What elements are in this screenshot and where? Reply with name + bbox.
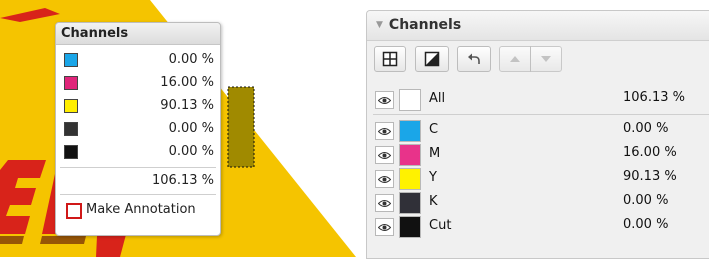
channel-value: 0.00 % [623,121,669,136]
make-annotation-option[interactable]: Make Annotation [56,195,220,225]
make-annotation-label: Make Annotation [86,202,196,217]
panel-toolbar [367,41,709,79]
magenta-swatch [64,76,78,90]
visibility-toggle[interactable] [375,194,394,212]
channel-value: 106.13 % [623,90,685,105]
tooltip-value: 16.00 % [160,75,214,90]
visibility-toggle[interactable] [375,170,394,188]
make-annotation-checkbox[interactable] [66,203,82,219]
channel-row-y[interactable]: Y 90.13 % [373,167,709,191]
tooltip-total: 106.13 % [152,173,214,188]
grid-icon [382,51,398,67]
channel-name: K [429,194,438,209]
channel-value: 0.00 % [623,217,669,232]
eye-icon [378,199,391,207]
all-swatch [399,89,421,111]
cut-swatch [399,216,421,238]
undo-button[interactable] [457,46,491,72]
magenta-swatch [399,144,421,166]
tooltip-value: 0.00 % [168,121,214,136]
artwork-canvas[interactable]: Channels 0.00 % 16.00 % 90.13 % 0.00 % 0… [0,0,356,257]
channel-list: All 106.13 % C 0.00 % M 16.00 % Y 90.13 … [373,88,709,239]
black-swatch [64,122,78,136]
channel-row-m[interactable]: M 16.00 % [373,143,709,167]
channel-row-cut[interactable]: Cut 0.00 % [373,215,709,239]
channel-name: M [429,146,441,161]
undo-icon [468,53,480,64]
yellow-swatch [64,99,78,113]
channel-row-k[interactable]: K 0.00 % [373,191,709,215]
tooltip-value: 0.00 % [168,144,214,159]
black-swatch [399,192,421,214]
sample-marquee [227,86,255,168]
move-up-button[interactable] [499,46,531,72]
channels-panel: ▼ Channels All 106.13 % C 0.00 % M 16.00… [366,10,709,259]
tooltip-value: 0.00 % [168,52,214,67]
move-down-button[interactable] [530,46,562,72]
visibility-toggle[interactable] [375,91,394,109]
eye-icon [378,151,391,159]
tooltip-total-row: 106.13 % [56,168,220,194]
eye-icon [378,127,391,135]
tooltip-row-k: 0.00 % [56,117,220,140]
tooltip-row-cut: 0.00 % [56,140,220,163]
channel-name: Cut [429,218,452,233]
channel-value: 90.13 % [623,169,677,184]
channels-tooltip: Channels 0.00 % 16.00 % 90.13 % 0.00 % 0… [55,22,221,236]
cyan-swatch [399,120,421,142]
collapse-triangle-icon[interactable]: ▼ [376,11,383,40]
grid-button[interactable] [374,46,406,72]
eye-icon [378,223,391,231]
channel-value: 0.00 % [623,193,669,208]
arrow-up-icon [510,56,520,62]
visibility-toggle[interactable] [375,122,394,140]
channel-row-all[interactable]: All 106.13 % [373,88,709,115]
tooltip-value: 90.13 % [160,98,214,113]
tooltip-title: Channels [56,23,220,45]
arrow-down-icon [541,56,551,62]
tooltip-row-y: 90.13 % [56,94,220,117]
cut-swatch [64,145,78,159]
panel-title: Channels [388,17,462,33]
contrast-button[interactable] [415,46,449,72]
channel-row-c[interactable]: C 0.00 % [373,119,709,143]
visibility-toggle[interactable] [375,218,394,236]
contrast-icon [424,51,440,67]
tooltip-row-c: 0.00 % [56,48,220,71]
yellow-swatch [399,168,421,190]
eye-icon [378,96,391,104]
eye-icon [378,175,391,183]
visibility-toggle[interactable] [375,146,394,164]
panel-header[interactable]: ▼ Channels [367,11,709,41]
channel-name: All [429,91,446,106]
cyan-swatch [64,53,78,67]
channel-name: Y [429,170,437,185]
tooltip-row-m: 16.00 % [56,71,220,94]
channel-value: 16.00 % [623,145,677,160]
channel-name: C [429,122,439,137]
